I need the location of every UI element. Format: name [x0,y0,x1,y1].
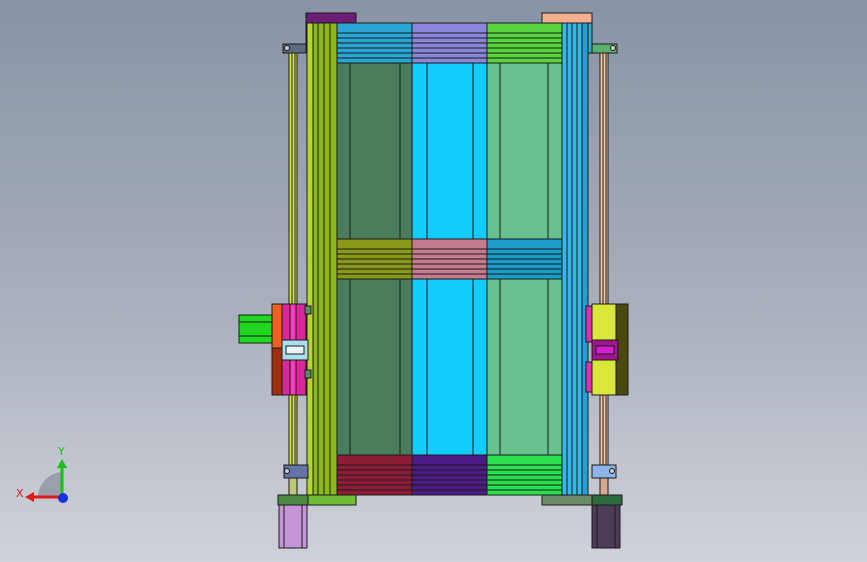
bottom-band [336,454,563,496]
top-band [336,22,563,64]
base-plate-right [541,494,623,506]
cad-assembly [238,12,629,549]
x-axis-label: X [16,487,24,500]
motor-left [278,504,308,549]
left-guide-rod [288,49,298,471]
left-column [306,22,338,496]
base-plate-left [277,494,357,506]
right-guide-rod [599,49,609,471]
y-axis-label: Y [57,445,65,458]
cad-viewport[interactable]: Y X [0,0,867,562]
middle-band [336,238,563,280]
z-axis-dot [58,493,68,503]
motor-right [591,504,621,549]
right-column [561,22,589,496]
right-actuator [585,303,629,396]
